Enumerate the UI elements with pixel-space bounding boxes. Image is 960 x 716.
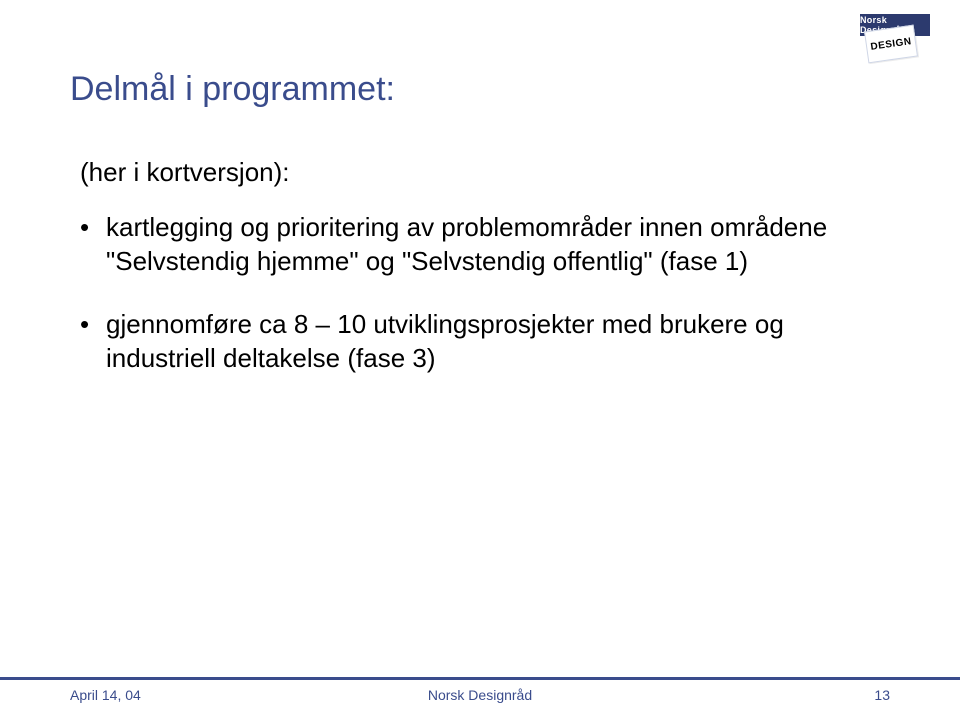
slide: Norsk Designråd DESIGN Delmål i programm… — [0, 0, 960, 716]
logo: Norsk Designråd DESIGN — [842, 14, 930, 64]
list-item: kartlegging og prioritering av problemom… — [80, 210, 890, 279]
footer: April 14, 04 Norsk Designråd 13 — [0, 688, 960, 716]
slide-title: Delmål i programmet: — [70, 70, 890, 109]
footer-page-number: 13 — [617, 687, 890, 703]
slide-subtitle: (her i kortversjon): — [70, 157, 890, 188]
footer-divider — [0, 677, 960, 680]
list-item: gjennomføre ca 8 – 10 utviklingsprosjekt… — [80, 307, 890, 376]
logo-front-label: DESIGN — [864, 25, 918, 64]
footer-date: April 14, 04 — [70, 687, 343, 703]
bullet-list: kartlegging og prioritering av problemom… — [70, 210, 890, 375]
footer-org: Norsk Designråd — [343, 687, 616, 703]
